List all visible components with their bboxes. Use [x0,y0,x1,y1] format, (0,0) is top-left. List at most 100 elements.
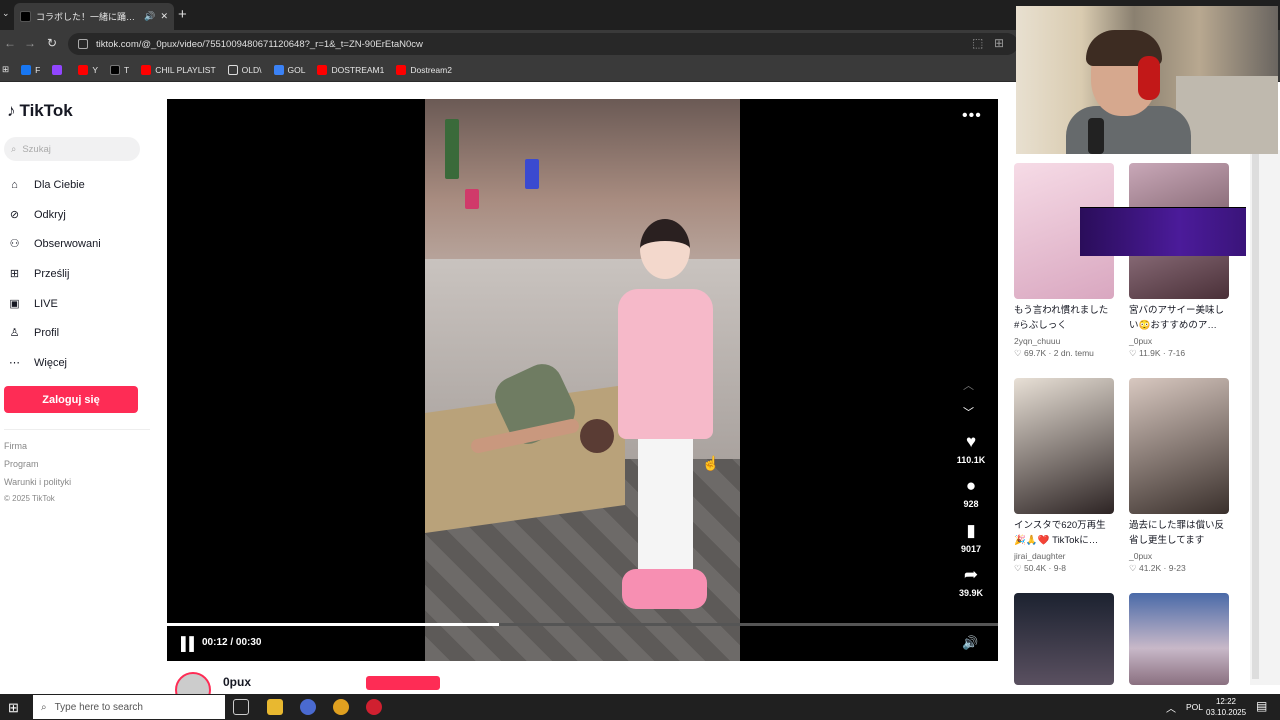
install-app-icon[interactable]: ⬚ [972,36,983,50]
girl-image [610,219,720,609]
video-author[interactable]: _0pux [1129,336,1229,346]
comment-button[interactable]: ● 928 [951,477,991,510]
translate-icon[interactable]: ⊞ [994,36,1004,50]
previous-video-icon[interactable]: ︿ [963,377,974,393]
hand-cursor-icon: ☝ [702,455,720,471]
twitch-icon [52,64,63,75]
video-thumbnail[interactable] [1014,593,1114,685]
windows-start-icon[interactable]: ⊞ [8,700,19,716]
x-icon [110,64,120,75]
address-bar[interactable]: tiktok.com/@_0pux/video/7551009480671120… [68,33,1018,55]
video-thumbnail[interactable] [1129,378,1229,514]
obs-icon[interactable] [366,699,382,715]
notification-icon[interactable]: ▤ [1256,699,1267,713]
search-icon: ⌕ [41,701,47,713]
bookmark-item[interactable]: GOL [273,64,305,75]
volume-icon[interactable]: 🔊 [962,635,978,651]
app-icon[interactable] [300,699,316,715]
login-button[interactable]: Zaloguj się [4,386,138,413]
sofa-image [1176,76,1278,154]
bookmark-item[interactable]: Dostream2 [396,64,452,75]
recommended-card[interactable]: インスタで620万再生🎉🙏❤️ TikTokに… jirai_daughter … [1014,378,1114,574]
tab-search-chevron-icon[interactable]: ⌄ [2,8,10,19]
share-arrow-icon: ➦ [963,565,979,584]
nav-live[interactable]: ▣ LIVE [6,295,58,312]
bookmark-item[interactable]: T [110,64,129,75]
recommended-card[interactable]: もう言われ慣れました #らぶしっく 2yqn_chuuu ♡ 69.7K · 2… [1014,163,1114,359]
like-button[interactable]: ♥ 110.1K [951,432,991,466]
clock[interactable]: 12:22 03.10.2025 [1206,696,1246,718]
taskbar-search-input[interactable]: ⌕ Type here to search [33,695,225,719]
nav-following[interactable]: ⚇ Obserwowani [6,235,101,252]
nav-for-you[interactable]: ⌂ Dla Ciebie [6,176,85,193]
back-arrow-icon[interactable]: ← [4,36,16,50]
share-button[interactable]: ➦ 39.9K [951,565,991,599]
forward-arrow-icon[interactable]: → [24,36,36,50]
new-tab-plus-icon[interactable]: + [178,6,187,23]
video-caption: もう言われ慣れました #らぶしっく [1014,305,1109,331]
chrome-icon[interactable] [333,699,349,715]
video-author[interactable]: _0pux [1129,551,1229,561]
file-explorer-icon[interactable] [267,699,283,715]
more-options-icon[interactable]: ••• [962,107,982,125]
bookmark-icon: ▮ [966,521,976,540]
language-indicator[interactable]: POL [1186,702,1203,712]
browser-tab[interactable]: コラボした！一緒に踊ってくれた 🔊 ✕ [14,3,174,30]
bookmark-item[interactable]: CHIL PLAYLIST [141,64,216,75]
stream-overlay-panel [1080,207,1246,256]
heart-icon: ♥ [965,432,977,451]
tray-chevron-up-icon[interactable]: ︿ [1166,700,1176,715]
video-thumbnail[interactable] [1014,378,1114,514]
reload-icon[interactable]: ↻ [47,36,57,50]
video-author[interactable]: 2yqn_chuuu [1014,336,1114,346]
page-scrollbar-thumb[interactable] [1252,154,1259,679]
girl-legs-image [638,439,693,579]
clock-date: 03.10.2025 [1206,708,1247,717]
video-thumbnail[interactable] [1129,593,1229,685]
search-input[interactable]: ⌕ Szukaj [4,137,140,161]
progress-bar[interactable] [167,623,998,626]
task-view-icon[interactable] [233,699,249,715]
next-video-icon[interactable]: ﹀ [963,404,974,420]
recommended-card[interactable] [1014,593,1114,685]
time-display: 00:12 / 00:30 [202,637,262,648]
recommended-card[interactable]: 宮バのアサイー美味しい😳おすすめのア… _0pux ♡ 11.9K · 7-16 [1129,163,1229,359]
video-stats: ♡ 69.7K · 2 dn. temu [1014,348,1094,358]
pause-icon[interactable]: ▌▌ [181,636,198,651]
bookmark-item[interactable]: Y [78,64,98,75]
comment-count: 928 [963,499,979,509]
nav-profile[interactable]: ♙ Profil [6,324,60,341]
bookmark-item[interactable]: DOSTREAM1 [317,64,384,75]
tab-audio-icon[interactable]: 🔊 [144,11,155,22]
girl-head-image [640,219,690,279]
bookmark-item[interactable]: F [21,64,40,75]
video-author[interactable]: jirai_daughter [1014,551,1114,561]
tab-close-icon[interactable]: ✕ [160,11,168,22]
recommended-card[interactable]: 過去にした罪は償い反省し更生してます _0pux ♡ 41.2K · 9-23 [1129,378,1229,574]
site-info-icon[interactable] [78,39,88,49]
recommended-card[interactable] [1129,593,1229,685]
video-player[interactable]: ••• ︿ ﹀ ♥ 110.1K ● 928 ▮ 9017 ➦ 39.9K ▌▌… [167,99,998,661]
neon-sign-image [465,189,479,209]
tiktok-note-icon: ♪ [7,101,16,120]
clock-time: 12:22 [1215,697,1237,706]
footer-link-terms[interactable]: Warunki i polityki [4,477,71,487]
headphones-icon [1138,56,1160,100]
footer-link-program[interactable]: Program [4,459,39,469]
nav-more[interactable]: ⋯ Więcej [6,354,67,371]
author-name[interactable]: 0pux [223,675,251,689]
video-caption: 過去にした罪は償い反省し更生してます [1129,520,1225,546]
tiktok-logo[interactable]: ♪ TikTok [7,101,73,121]
save-button[interactable]: ▮ 9017 [951,521,991,555]
folder-icon [227,64,238,75]
video-stats: ♡ 41.2K · 9-23 [1129,563,1186,573]
video-frame[interactable] [425,99,740,661]
bookmark-folder[interactable]: OLD\ [227,64,262,75]
nav-upload[interactable]: ⊞ Prześlij [6,265,70,282]
follow-button[interactable] [366,676,440,690]
home-icon: ⌂ [11,178,18,191]
bookmark-item[interactable] [52,64,66,75]
apps-grid-icon[interactable]: ⊞ [2,64,9,75]
nav-explore[interactable]: ⊘ Odkryj [6,206,66,223]
footer-link-company[interactable]: Firma [4,441,27,451]
